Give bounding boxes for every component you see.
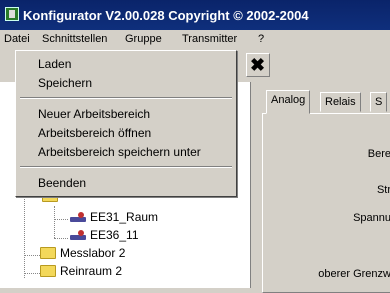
tree-item-label: Messlabor 2 — [60, 246, 126, 260]
menu-item-arbeitsbereich-oeffnen[interactable]: Arbeitsbereich öffnen — [18, 124, 234, 143]
folder-icon — [40, 265, 56, 277]
delete-x-icon: ✖ — [250, 55, 266, 75]
tree-item-label: EE31_Raum — [90, 210, 159, 224]
delete-button[interactable]: ✖ — [246, 53, 270, 77]
menu-item-beenden[interactable]: Beenden — [18, 174, 234, 193]
file-menu-dropdown: Laden Speichern Neuer Arbeitsbereich Arb… — [15, 50, 237, 197]
tab-page-analog: Bere Str Spannu oberer Grenzw — [262, 113, 390, 293]
menu-item-neuer-arbeitsbereich[interactable]: Neuer Arbeitsbereich — [18, 105, 234, 124]
field-label-oberer-grenzwert: oberer Grenzw — [318, 268, 390, 280]
tree-line — [54, 219, 68, 220]
app-icon — [5, 7, 19, 21]
menu-item-speichern[interactable]: Speichern — [18, 74, 234, 93]
field-label-spannung: Spannu — [353, 212, 390, 224]
tab-s[interactable]: S — [370, 92, 388, 112]
menu-item-arbeitsbereich-speichern-unter[interactable]: Arbeitsbereich speichern unter — [18, 143, 234, 162]
tree-line — [54, 206, 55, 238]
field-label-strom: Str — [376, 184, 390, 196]
folder-icon — [40, 247, 56, 259]
tab-relais[interactable]: Relais — [320, 92, 361, 112]
tree-item-label: Reinraum 2 — [60, 264, 123, 278]
tree-line — [54, 238, 68, 239]
window-title: Konfigurator V2.00.028 Copyright © 2002-… — [23, 8, 309, 23]
transmitter-icon — [70, 211, 86, 223]
tab-analog[interactable]: Analog — [266, 90, 311, 114]
menu-gruppe[interactable]: Gruppe — [125, 33, 162, 45]
menu-schnittstellen[interactable]: Schnittstellen — [42, 33, 107, 45]
menu-datei[interactable]: Datei — [4, 33, 30, 45]
menu-help[interactable]: ? — [258, 33, 264, 45]
field-label-bereich: Bere — [367, 148, 390, 160]
tree-item-label: EE36_11 — [90, 228, 139, 242]
tree-line — [24, 190, 25, 278]
title-bar[interactable]: Konfigurator V2.00.028 Copyright © 2002-… — [0, 0, 390, 30]
menu-bar: Datei Schnittstellen Gruppe Transmitter … — [0, 30, 390, 50]
transmitter-icon — [70, 229, 86, 241]
tree-item-messlabor-2[interactable]: Messlabor 2 — [40, 246, 125, 260]
tree-item-ee31-raum[interactable]: EE31_Raum — [70, 210, 158, 224]
tree-line — [24, 255, 40, 256]
properties-panel: Analog Relais S Bere Str Spannu oberer G… — [252, 82, 390, 293]
menu-item-laden[interactable]: Laden — [18, 55, 234, 74]
menu-separator — [20, 166, 232, 168]
tree-item-ee36-11[interactable]: EE36_11 — [70, 228, 139, 242]
menu-transmitter[interactable]: Transmitter — [182, 33, 237, 45]
menu-separator — [20, 97, 232, 99]
tree-item-reinraum-2[interactable]: Reinraum 2 — [40, 264, 122, 278]
tree-line — [24, 273, 40, 274]
